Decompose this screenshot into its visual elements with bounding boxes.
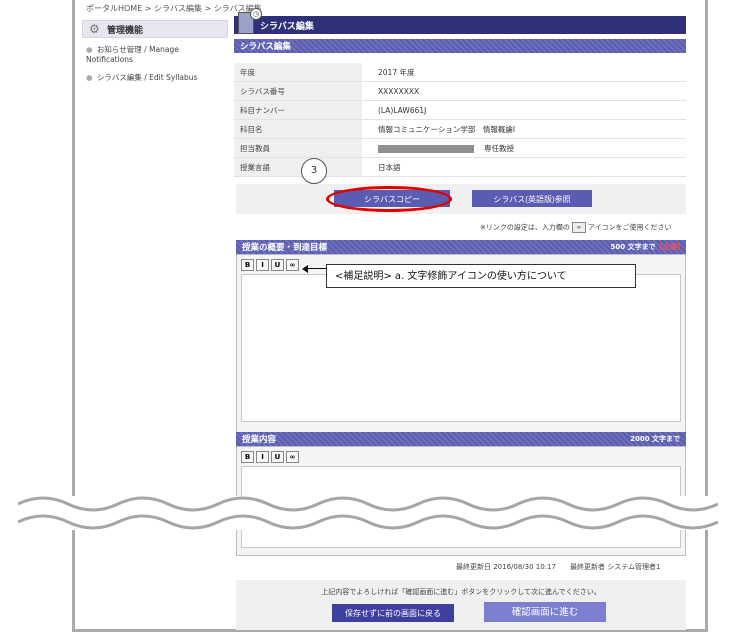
underline-icon[interactable]: U: [271, 451, 284, 463]
redacted-name: [378, 144, 474, 153]
bold-icon[interactable]: B: [241, 259, 254, 271]
confirm-button[interactable]: 確認画面に進む: [484, 602, 606, 622]
bullet-icon: ●: [86, 73, 93, 82]
arrow-head-icon: [302, 265, 308, 273]
bold-icon[interactable]: B: [241, 451, 254, 463]
explanation-callout: <補足説明> a. 文字修飾アイコンの使い方について: [326, 264, 636, 288]
footer-panel: 上記内容でよろしければ「確認画面に進む」ボタンをクリックして次に進んでください。…: [236, 580, 686, 630]
sidebar-item-edit-syllabus[interactable]: ● シラバス編集 / Edit Syllabus: [82, 70, 228, 85]
highlight-ellipse: [326, 186, 452, 212]
main-content: ◷ シラバス編集 シラバス編集 年度 2017 年度 シラバス番号 XXXXXX…: [234, 8, 686, 177]
callout-arrow: [306, 268, 326, 269]
overview-section-title: 授業の概要・到達目標: [242, 243, 328, 253]
link-note: ※リンクの設定は、入力欄の ∞ アイコンをご使用ください: [480, 222, 672, 233]
info-key: 担当教員: [234, 138, 362, 158]
content-section-header: 授業内容 2000 文字まで: [236, 432, 686, 446]
table-row: 科目名 情報コミュニケーション学部 情報概論I: [234, 119, 686, 139]
section-subtitle: シラバス編集: [234, 39, 686, 53]
page-title: シラバス編集: [260, 21, 314, 32]
italic-icon[interactable]: I: [256, 451, 269, 463]
overview-section-header: 授業の概要・到達目標 500 文字まで [必須]: [236, 240, 686, 254]
update-info: 最終更新日 2016/08/30 10:17 最終更新者 システム管理者1: [456, 563, 661, 571]
sidebar-item-label: お知らせ管理 / Manage Notifications: [86, 45, 179, 64]
sidebar-header: ⚙ 管理機能: [82, 20, 228, 38]
overview-textarea[interactable]: [241, 274, 681, 422]
english-syllabus-button[interactable]: シラバス(英語版)参照: [472, 190, 592, 207]
footer-message: 上記内容でよろしければ「確認画面に進む」ボタンをクリックして次に進んでください。: [321, 588, 601, 596]
info-value: 日本語: [362, 157, 686, 177]
overview-char-limit: 500 文字まで [必須]: [611, 240, 680, 254]
info-key: 科目ナンバー: [234, 100, 362, 120]
sidebar-item-notifications[interactable]: ● お知らせ管理 / Manage Notifications: [82, 42, 228, 66]
info-key: 年度: [234, 63, 362, 82]
table-row: 科目ナンバー (LA)LAW661J: [234, 100, 686, 120]
action-button-row: シラバスコピー シラバス(英語版)参照: [236, 184, 686, 214]
italic-icon[interactable]: I: [256, 259, 269, 271]
table-row: 年度 2017 年度: [234, 63, 686, 82]
table-row: シラバス番号 XXXXXXXX: [234, 81, 686, 101]
content-char-limit: 2000 文字まで: [630, 435, 680, 443]
sidebar-item-label: シラバス編集 / Edit Syllabus: [96, 73, 198, 82]
link-note-after: アイコンをご使用ください: [587, 223, 672, 232]
info-key: シラバス番号: [234, 81, 362, 101]
syllabus-info-table: 年度 2017 年度 シラバス番号 XXXXXXXX 科目ナンバー (LA)LA…: [234, 63, 686, 177]
char-limit-text: 500 文字まで: [610, 243, 656, 251]
clock-icon: ◷: [250, 8, 262, 20]
bullet-icon: ●: [86, 45, 93, 54]
info-value: XXXXXXXX: [362, 81, 686, 101]
required-badge: [必須]: [659, 243, 680, 251]
back-button[interactable]: 保存せずに前の画面に戻る: [332, 604, 454, 622]
breadcrumb: ポータルHOME > シラバス編集 > シラバス編集: [86, 4, 262, 13]
info-key: 科目名: [234, 119, 362, 139]
page-title-bar: ◷ シラバス編集: [234, 8, 686, 34]
info-value: 2017 年度: [362, 63, 686, 82]
gear-icon: ⚙: [89, 22, 100, 36]
info-value: 情報コミュニケーション学部 情報概論I: [362, 119, 686, 139]
info-key: 授業言語: [234, 157, 362, 177]
omission-wave: [18, 496, 718, 530]
format-toolbar: B I U ∞: [241, 451, 681, 463]
sidebar: ⚙ 管理機能 ● お知らせ管理 / Manage Notifications ●…: [82, 20, 228, 85]
sidebar-title: 管理機能: [107, 25, 144, 36]
link-note-before: ※リンクの設定は、入力欄の: [480, 223, 570, 232]
link-icon[interactable]: ∞: [286, 259, 299, 271]
content-section-title: 授業内容: [242, 435, 277, 445]
link-icon: ∞: [571, 222, 586, 233]
info-value: 専任教授: [362, 138, 686, 158]
step-marker: 3: [301, 158, 327, 184]
underline-icon[interactable]: U: [271, 259, 284, 271]
table-row: 担当教員 専任教授: [234, 138, 686, 158]
instructor-title: 専任教授: [484, 143, 514, 153]
link-icon[interactable]: ∞: [286, 451, 299, 463]
info-value: (LA)LAW661J: [362, 100, 686, 120]
